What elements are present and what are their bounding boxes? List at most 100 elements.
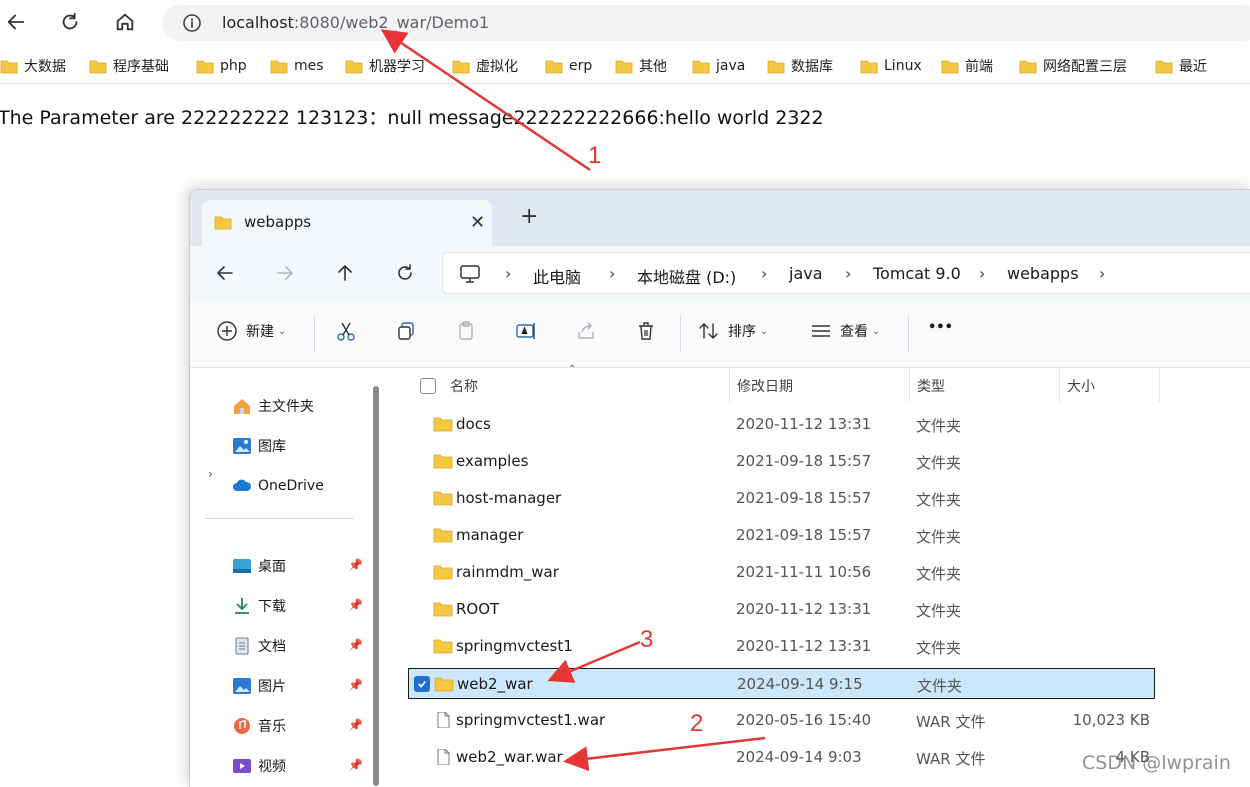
bookmark-item[interactable]: mes (270, 55, 324, 77)
info-icon[interactable] (182, 13, 202, 33)
bookmark-item[interactable]: Linux (860, 55, 922, 77)
file-row[interactable]: manager 2021-09-18 15:57 文件夹 (408, 520, 1155, 551)
bookmark-item[interactable]: 数据库 (767, 55, 833, 77)
reload-icon[interactable] (54, 6, 86, 38)
file-row[interactable]: host-manager 2021-09-18 15:57 文件夹 (408, 483, 1155, 514)
explorer-tabstrip: webapps ✕ + (190, 190, 1250, 246)
forward-arrow-icon[interactable] (272, 260, 298, 286)
breadcrumb[interactable]: › › › › › › 此电脑 本地磁盘 (D:) java Tomcat 9.0 webapps (442, 252, 1250, 294)
sidebar-item[interactable]: 下载 (232, 595, 286, 617)
file-name: web2_war.war (456, 748, 563, 766)
chevron-right-icon[interactable]: › (979, 264, 985, 283)
pin-icon[interactable]: 📌 (348, 758, 363, 772)
view-button[interactable]: 查看 ⌄ (810, 320, 880, 342)
bookmark-item[interactable]: 网络配置三层 (1019, 55, 1127, 77)
bookmark-item[interactable]: 最近 (1155, 55, 1207, 77)
close-icon[interactable]: ✕ (470, 212, 485, 233)
folder-icon (433, 565, 453, 580)
bookmark-item[interactable]: 虚拟化 (452, 55, 518, 77)
folder-icon (941, 60, 959, 74)
sidebar-scrollbar[interactable] (373, 386, 379, 786)
column-header-size[interactable]: 大小 (1067, 376, 1095, 396)
copy-button[interactable] (395, 320, 417, 342)
url-text[interactable]: localhost:8080/web2_war/Demo1 (222, 13, 489, 33)
breadcrumb-item[interactable]: 此电脑 (533, 264, 581, 288)
explorer-nav-row: › › › › › › 此电脑 本地磁盘 (D:) java Tomcat 9.0 webapps (190, 246, 1250, 300)
bookmark-item[interactable]: java (692, 55, 745, 77)
sidebar-item[interactable]: 主文件夹 (232, 395, 314, 417)
cut-button[interactable] (335, 320, 357, 342)
folder-icon (452, 60, 470, 74)
bookmark-item[interactable]: php (196, 55, 247, 77)
tab-webapps[interactable]: webapps ✕ (202, 200, 492, 246)
pin-icon[interactable]: 📌 (348, 678, 363, 692)
sidebar-item-label: 音乐 (258, 719, 286, 735)
more-options-button[interactable]: ••• (928, 320, 953, 335)
breadcrumb-item[interactable]: java (789, 264, 823, 283)
bookmark-item[interactable]: 前端 (941, 55, 993, 77)
pin-icon[interactable]: 📌 (348, 598, 363, 612)
file-row[interactable]: springmvctest1.war 2020-05-16 15:40 WAR 文件… (408, 705, 1155, 736)
sidebar-item[interactable]: 音乐 (232, 715, 286, 737)
sidebar-item[interactable]: OneDrive (232, 475, 324, 497)
column-header-date[interactable]: 修改日期 (737, 376, 793, 396)
pin-icon[interactable]: 📌 (348, 558, 363, 572)
chevron-right-icon[interactable]: › (505, 264, 511, 283)
bookmark-label: 数据库 (791, 59, 833, 75)
new-tab-button[interactable]: + (520, 206, 538, 228)
file-row[interactable]: ROOT 2020-11-12 13:31 文件夹 (408, 594, 1155, 625)
sidebar-item[interactable]: 桌面 (232, 555, 286, 577)
sidebar-item[interactable]: 文档 (232, 635, 286, 657)
file-name: springmvctest1 (456, 637, 573, 655)
sidebar-item-label: 下载 (258, 599, 286, 615)
bookmark-item[interactable]: 程序基础 (89, 55, 169, 77)
chevron-right-icon[interactable]: › (609, 264, 615, 283)
file-type: 文件夹 (916, 528, 962, 546)
back-arrow-icon[interactable] (212, 260, 238, 286)
rename-button[interactable] (515, 320, 537, 342)
annotation-number-1: 1 (588, 142, 602, 169)
select-all-checkbox[interactable] (420, 378, 436, 394)
column-header-type[interactable]: 类型 (917, 376, 945, 396)
share-button[interactable] (575, 320, 597, 342)
column-header-name[interactable]: 名称 (450, 376, 478, 396)
sidebar-item[interactable]: 视频 (232, 755, 286, 777)
file-row[interactable]: springmvctest1 2020-11-12 13:31 文件夹 (408, 631, 1155, 662)
paste-button[interactable] (455, 320, 477, 342)
sort-button[interactable]: 排序 ⌄ (698, 320, 768, 342)
bookmark-label: 前端 (965, 59, 993, 75)
bookmark-item[interactable]: 大数据 (0, 55, 66, 77)
chevron-right-icon[interactable]: › (1099, 264, 1105, 283)
file-row[interactable]: docs 2020-11-12 13:31 文件夹 (408, 409, 1155, 440)
chevron-right-icon[interactable]: › (208, 467, 213, 481)
bookmark-item[interactable]: 其他 (615, 55, 667, 77)
chevron-right-icon[interactable]: › (761, 264, 767, 283)
bookmark-item[interactable]: 机器学习 (345, 55, 425, 77)
pin-icon[interactable]: 📌 (348, 718, 363, 732)
file-row[interactable]: examples 2021-09-18 15:57 文件夹 (408, 446, 1155, 477)
breadcrumb-item[interactable]: 本地磁盘 (D:) (637, 264, 736, 288)
home-icon[interactable] (109, 6, 141, 38)
up-arrow-icon[interactable] (332, 260, 358, 286)
file-row[interactable]: web2_war.war 2024-09-14 9:03 WAR 文件 4 KB (408, 742, 1155, 773)
new-button[interactable]: 新建 ⌄ (216, 320, 286, 342)
divider (204, 518, 354, 519)
refresh-icon[interactable] (392, 260, 418, 286)
pin-icon[interactable]: 📌 (348, 638, 363, 652)
address-bar[interactable]: localhost:8080/web2_war/Demo1 (162, 5, 1250, 41)
file-row[interactable]: rainmdm_war 2021-11-11 10:56 文件夹 (408, 557, 1155, 588)
sidebar-item[interactable]: 图片 (232, 675, 286, 697)
chevron-right-icon[interactable]: › (845, 264, 851, 283)
file-date: 2024-09-14 9:03 (736, 748, 862, 766)
breadcrumb-item[interactable]: Tomcat 9.0 (873, 264, 961, 283)
delete-button[interactable] (635, 320, 657, 342)
folder-icon (1019, 60, 1037, 74)
sidebar-item[interactable]: 图库 (232, 435, 286, 457)
row-checkbox[interactable] (414, 676, 430, 692)
breadcrumb-item[interactable]: webapps (1007, 264, 1079, 283)
folder-icon (433, 602, 453, 617)
divider (680, 316, 681, 352)
back-icon[interactable] (0, 6, 32, 38)
file-row[interactable]: web2_war 2024-09-14 9:15 文件夹 (408, 668, 1155, 699)
bookmark-item[interactable]: erp (545, 55, 592, 77)
